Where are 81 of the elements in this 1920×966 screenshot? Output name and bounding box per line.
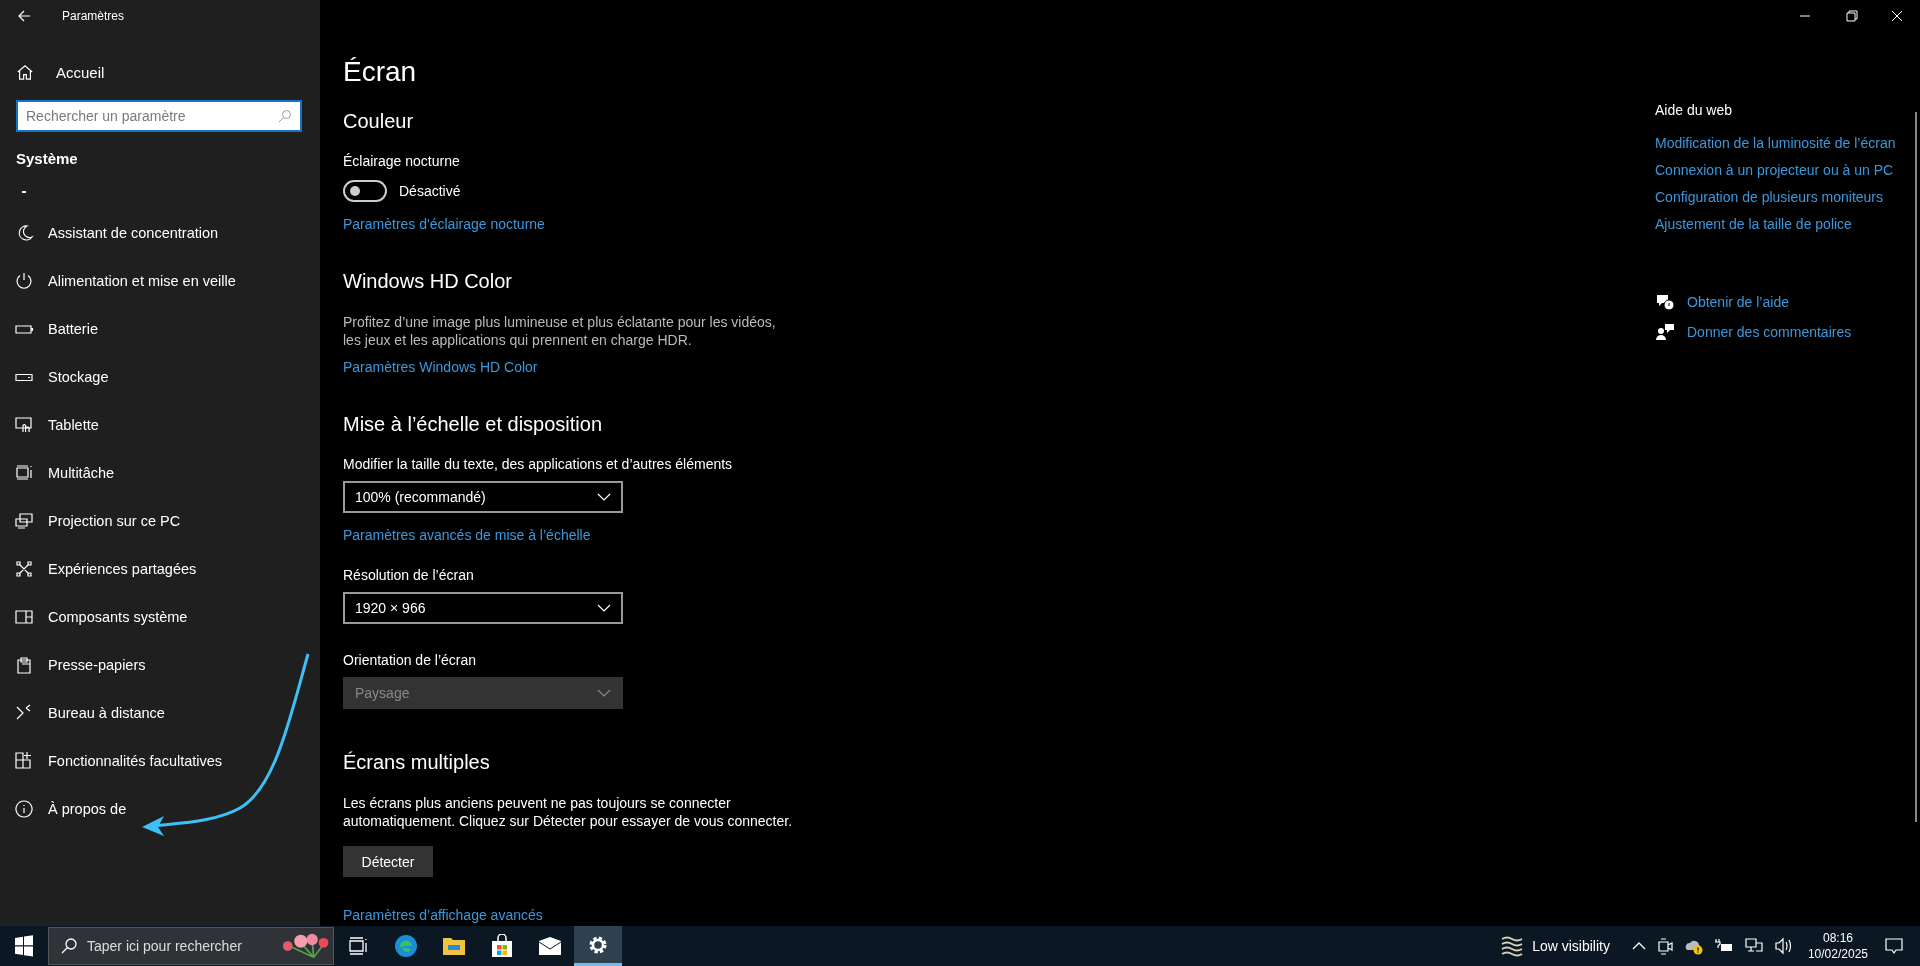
sidebar-item[interactable]: Alimentation et mise en veille (0, 257, 242, 305)
feedback-icon (1655, 322, 1675, 342)
section-heading: Couleur (343, 110, 414, 133)
battery-plug-icon[interactable] (1713, 938, 1734, 954)
task-view-icon (348, 936, 368, 956)
browser-icon (394, 934, 418, 958)
shopping-bag-icon (491, 934, 513, 958)
chevron-up-icon[interactable] (1631, 941, 1646, 951)
help-action-link[interactable]: Donner des commentaires (1687, 324, 1852, 340)
section-heading: Écrans multiples (343, 751, 490, 774)
sidebar-item-icon (14, 463, 34, 483)
sidebar-item-icon (14, 799, 34, 819)
setting-label: Modifier la taille du texte, des applications et d’autres éléments (343, 456, 733, 472)
description-text: Profitez d’une image plus lumineuse et plus éclatante pour les vidéos, les jeux et les applications qui prennent en charge HDR. (343, 313, 777, 349)
taskbar-app[interactable] (574, 926, 622, 966)
section-heading: Windows HD Color (343, 270, 512, 293)
clock-date[interactable]: 10/02/2025 (1807, 946, 1868, 962)
settings-link[interactable]: Paramètres d'éclairage nocturne (343, 216, 545, 232)
sidebar-item-icon (14, 511, 34, 531)
chevron-icon (597, 689, 611, 697)
section-heading: Mise à l’échelle et disposition (343, 413, 603, 436)
help-link[interactable]: Ajustement de la taille de police (1655, 215, 1852, 233)
page-title: Écran (343, 56, 418, 88)
camera-icon[interactable] (1655, 937, 1674, 955)
sidebar-item-icon (14, 607, 34, 627)
scrollbar[interactable] (1915, 112, 1917, 822)
sidebar-item[interactable]: Assistant de concentration (0, 209, 225, 257)
sidebar-item[interactable]: Stockage (0, 353, 115, 401)
sidebar-item[interactable]: Tablette (0, 401, 105, 449)
sidebar-item-icon (14, 751, 34, 771)
chat-help-icon (1655, 292, 1675, 312)
window-title: Paramètres (62, 9, 125, 23)
help-link[interactable]: Connexion à un projecteur ou à un PC (1655, 161, 1894, 179)
dropdown[interactable]: 100% (recommandé) (343, 481, 623, 513)
chevron-icon (597, 604, 611, 612)
sidebar-item[interactable]: Multitâche (0, 449, 121, 497)
scroll-mark (22, 191, 26, 193)
taskbar-search-field[interactable]: Taper ici pour rechercher (48, 927, 334, 965)
network-icon[interactable] (1743, 937, 1764, 955)
search-icon (60, 937, 78, 955)
settings-link[interactable]: Paramètres Windows HD Color (343, 359, 538, 375)
help-title: Aide du web (1655, 102, 1733, 118)
setting-label: Éclairage nocturne (343, 153, 460, 169)
sidebar-item[interactable]: Projection sur ce PC (0, 497, 187, 545)
dropdown[interactable]: 1920 × 966 (343, 592, 623, 624)
help-link[interactable]: Modification de la luminosité de l’écran (1655, 134, 1896, 152)
sidebar-item[interactable]: Bureau à distance (0, 689, 171, 737)
fog-icon (1500, 935, 1525, 957)
search-field[interactable]: Rechercher un paramètre (16, 100, 302, 132)
search-icon (278, 109, 292, 123)
sidebar-item[interactable]: Expériences partagées (0, 545, 203, 593)
home-item[interactable]: Accueil (16, 60, 105, 84)
folder-icon (442, 935, 466, 957)
setting-label: Résolution de l’écran (343, 567, 474, 583)
help-link[interactable]: Configuration de plusieurs moniteurs (1655, 188, 1883, 206)
sidebar-item-icon (14, 559, 34, 579)
speaker-icon[interactable] (1773, 937, 1794, 955)
detect-button[interactable]: Détecter (343, 846, 433, 877)
sidebar-item[interactable]: Presse-papiers (0, 641, 152, 689)
toggle-state: Désactivé (399, 183, 461, 199)
notification-icon[interactable] (1884, 936, 1904, 956)
settings-link[interactable]: Paramètres avancés de mise à l’échelle (343, 527, 591, 543)
sidebar-item[interactable]: Composants système (0, 593, 194, 641)
chevron-icon (597, 493, 611, 501)
help-action-link[interactable]: Obtenir de l’aide (1687, 294, 1789, 310)
settings-link[interactable]: Paramètres d’affichage avancés (343, 907, 543, 923)
weather-text[interactable]: Low visibility (1532, 938, 1610, 954)
sidebar-item-icon (14, 415, 34, 435)
description-text: Les écrans plus anciens peuvent ne pas toujours se connecter automatiquement. Cliquez sur Détecter pour essayer de vous connecter. (343, 794, 794, 830)
sidebar-item[interactable]: À propos de (0, 785, 133, 833)
sidebar-item-icon (14, 271, 34, 291)
home-icon (16, 63, 34, 81)
section-heading: Système (16, 150, 79, 167)
sidebar-item[interactable]: Batterie (0, 305, 104, 353)
back-arrow-icon[interactable] (17, 9, 31, 23)
mail-icon (538, 936, 562, 956)
sidebar-item[interactable]: Fonctionnalités facultatives (0, 737, 229, 785)
sidebar-item-icon (14, 655, 34, 675)
toggle-switch[interactable] (343, 180, 387, 202)
setting-label: Orientation de l’écran (343, 652, 477, 668)
clock-time[interactable]: 08:16 (1822, 930, 1853, 946)
